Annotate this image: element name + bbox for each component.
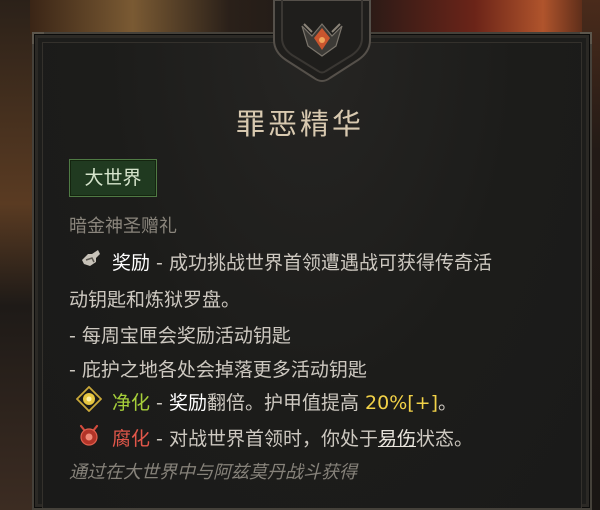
key-reward-icon bbox=[82, 250, 100, 266]
armor-percent: 20%[+] bbox=[365, 392, 438, 414]
acquisition-source: 通过在大世界中与阿兹莫丹战斗获得 bbox=[69, 462, 357, 483]
reward-line: 奖励 - 成功挑战世界首领遭遇战可获得传奇活 bbox=[112, 248, 492, 275]
bullet-weekly-chest: - 每周宝匣会奖励活动钥匙 bbox=[69, 325, 291, 347]
purify-line: 净化 - 奖励翻倍。护甲值提高 20%[+]。 bbox=[112, 388, 457, 415]
bullet-sanctuary-drops: - 庇护之地各处会掉落更多活动钥匙 bbox=[69, 359, 367, 381]
corrupt-description: - 对战世界首领时，你处于 bbox=[150, 428, 378, 450]
frame-corner bbox=[580, 32, 592, 44]
corrupt-line: 腐化 - 对战世界首领时，你处于易伤状态。 bbox=[112, 424, 473, 451]
purify-reward-keyword: 奖励 bbox=[168, 392, 207, 414]
purify-separator: - bbox=[150, 392, 169, 414]
frame-corner bbox=[32, 32, 44, 44]
purify-keyword: 净化 bbox=[112, 392, 151, 414]
vulnerable-status-link[interactable]: 易伤 bbox=[378, 428, 416, 450]
region-badge: 大世界 bbox=[69, 159, 157, 197]
purify-orb-icon bbox=[76, 386, 102, 412]
corrupt-keyword: 腐化 bbox=[112, 428, 151, 450]
reward-line-continued: 动钥匙和炼狱罗盘。 bbox=[69, 289, 241, 311]
corrupt-demon-icon bbox=[79, 424, 99, 446]
game-screen: 罪恶精华 大世界 暗金神圣赠礼 奖励 - 成功挑战世界首领遭遇战可获得传奇活 动… bbox=[0, 0, 600, 510]
background-art-left bbox=[0, 0, 32, 510]
item-type: 暗金神圣赠礼 bbox=[69, 216, 177, 237]
item-title: 罪恶精华 bbox=[235, 107, 364, 141]
reward-description: - 成功挑战世界首领遭遇战可获得传奇活 bbox=[150, 252, 492, 274]
purify-end: 。 bbox=[438, 392, 458, 414]
reward-keyword: 奖励 bbox=[112, 252, 151, 274]
demonic-crest-icon bbox=[273, 0, 371, 82]
corrupt-end: 状态。 bbox=[415, 428, 473, 450]
purify-description: 翻倍。护甲值提高 bbox=[206, 392, 366, 414]
